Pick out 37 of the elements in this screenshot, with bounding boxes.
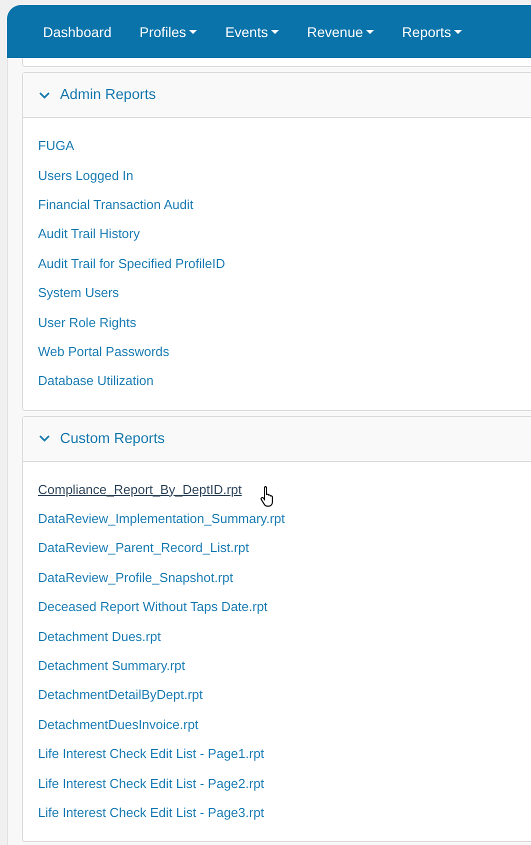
report-link[interactable]: DetachmentDetailByDept.rpt [38, 687, 203, 702]
panel-title: Admin Reports [60, 87, 156, 103]
report-link[interactable]: Life Interest Check Edit List - Page3.rpt [38, 805, 264, 820]
chevron-icon [39, 92, 50, 98]
chevron-icon [39, 435, 50, 442]
report-link[interactable]: DetachmentDuesInvoice.rpt [38, 716, 198, 732]
panel-title: Custom Reports [60, 430, 165, 447]
report-link[interactable]: Audit Trail for Specified ProfileID [38, 256, 226, 271]
hand-cursor-icon [260, 484, 276, 507]
report-link[interactable]: DataReview_Profile_Snapshot.rpt [38, 570, 234, 585]
nav-link[interactable]: Dashboard [43, 24, 112, 40]
report-link[interactable]: DataReview_Implementation_Summary.rpt [38, 511, 285, 526]
nav-link[interactable]: Events [225, 24, 279, 40]
report-link[interactable]: Database Utilization [38, 373, 154, 388]
caret-icon [366, 30, 374, 34]
report-link[interactable]: Life Interest Check Edit List - Page2.rpt [38, 776, 264, 791]
nav-link[interactable]: Profiles [140, 24, 198, 40]
report-link[interactable]: Detachment Dues.rpt [38, 628, 161, 644]
panel-header[interactable]: Admin Reports [23, 73, 531, 118]
report-link[interactable]: DataReview_Parent_Record_List.rpt [38, 540, 249, 556]
report-link[interactable]: Financial Transaction Audit [38, 196, 194, 212]
report-link[interactable]: Compliance_Report_By_DeptID.rpt [38, 482, 242, 497]
panel-header[interactable]: Custom Reports [23, 416, 531, 462]
report-link[interactable]: Users Logged In [38, 168, 134, 183]
caret-icon [454, 30, 462, 34]
caret-icon [189, 30, 198, 34]
nav-link[interactable]: Revenue [307, 24, 374, 40]
report-link[interactable]: User Role Rights [38, 314, 136, 330]
report-link[interactable]: FUGA [38, 138, 74, 154]
report-link[interactable]: Life Interest Check Edit List - Page1.rpt [38, 746, 264, 762]
report-link[interactable]: Web Portal Passwords [38, 344, 170, 359]
report-link[interactable]: Audit Trail History [38, 226, 140, 242]
caret-icon [271, 30, 279, 34]
report-link[interactable]: Detachment Summary.rpt [38, 658, 186, 674]
report-link[interactable]: System Users [38, 285, 119, 300]
report-link[interactable]: Deceased Report Without Taps Date.rpt [38, 599, 268, 614]
nav-link[interactable]: Reports [402, 24, 462, 40]
